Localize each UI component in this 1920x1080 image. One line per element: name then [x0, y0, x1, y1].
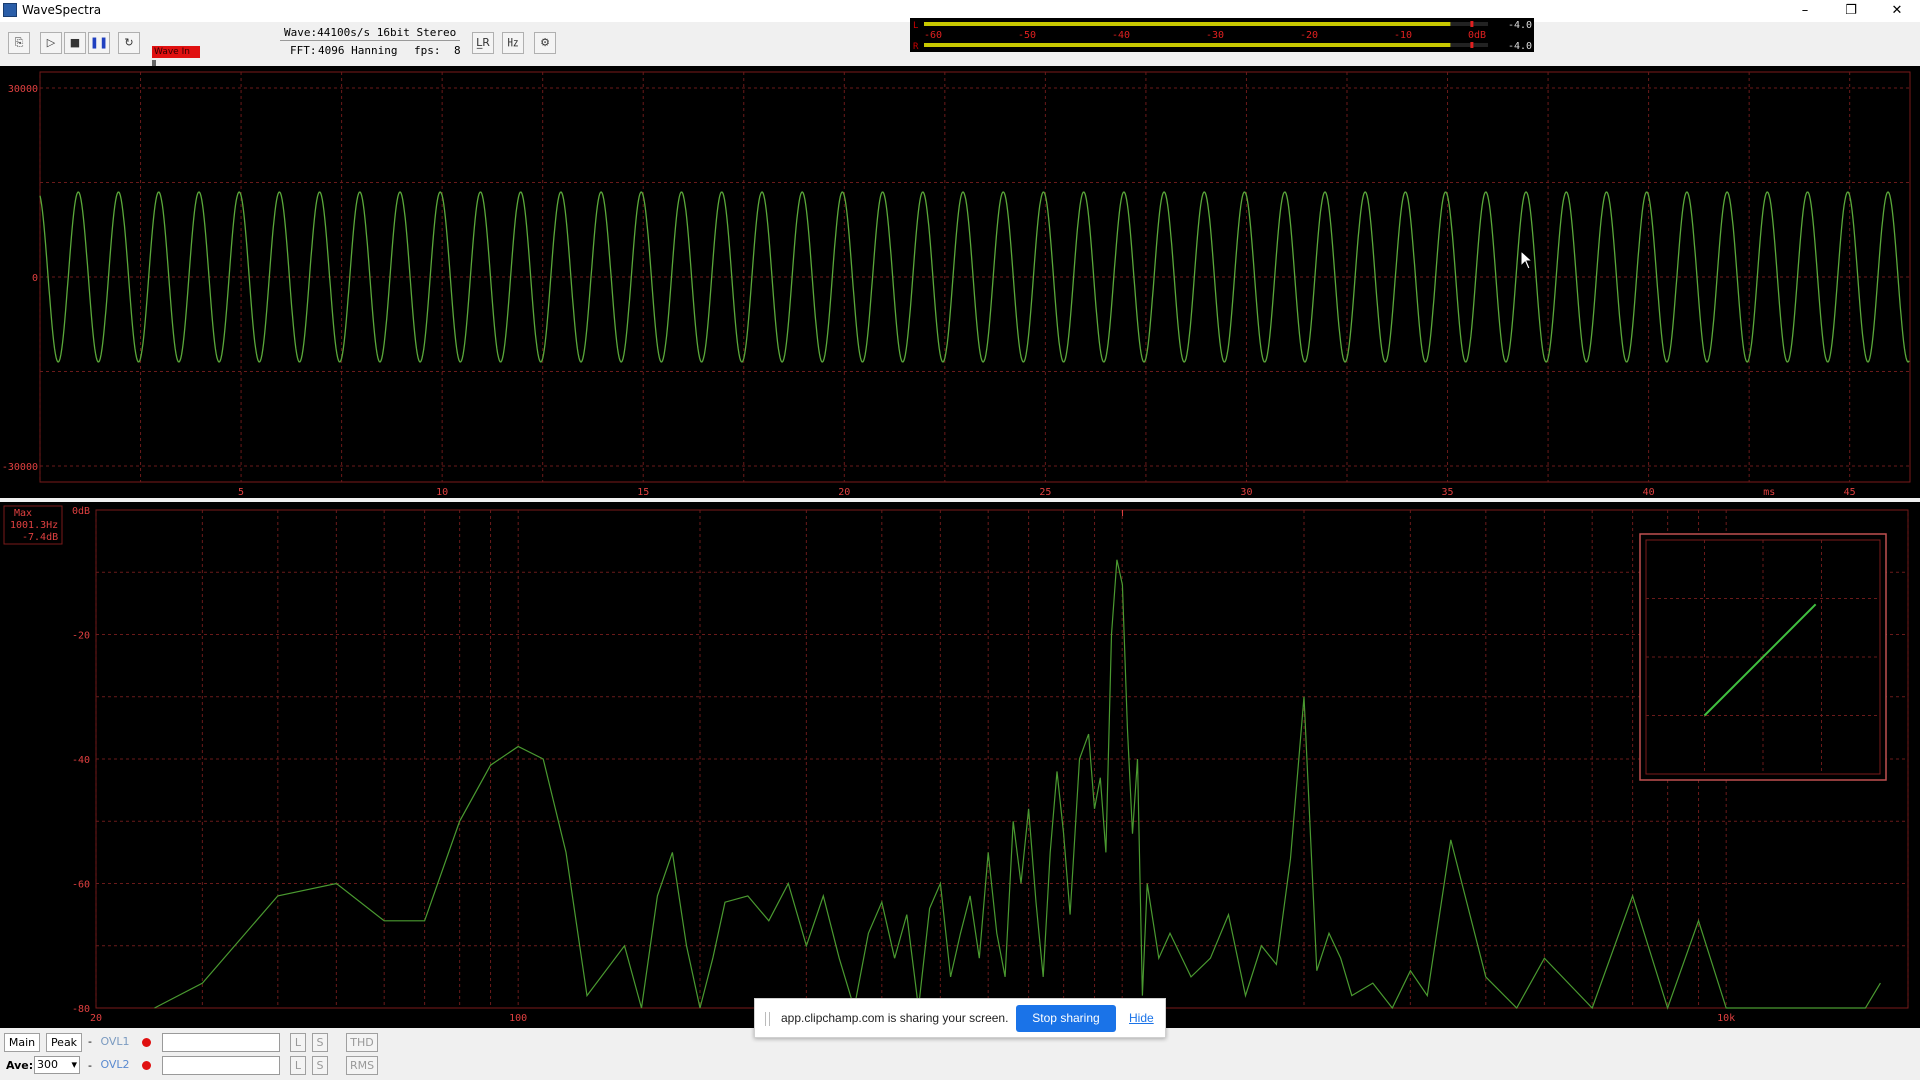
waveform-x-tick: 35 — [1442, 487, 1454, 498]
hide-link[interactable]: Hide — [1129, 1011, 1154, 1025]
meter-channel-l: L — [913, 21, 918, 31]
window-title: WaveSpectra — [22, 3, 102, 17]
stop-icon[interactable]: ■ — [64, 32, 86, 54]
max-frequency: 1001.3Hz — [10, 520, 58, 531]
waveform-x-tick: ms — [1763, 487, 1775, 498]
waveform-x-tick: 10 — [436, 487, 448, 498]
ovl1-load-button[interactable]: L — [290, 1033, 306, 1052]
ave-value: 300 — [37, 1058, 58, 1071]
ovl1-save-button[interactable]: S — [312, 1033, 328, 1052]
spectrum-series-line — [154, 559, 1881, 1010]
fft-label: FFT: — [290, 44, 317, 57]
dash-1: - — [88, 1035, 92, 1048]
peak-button[interactable]: Peak — [46, 1033, 82, 1052]
settings-icon[interactable]: ⚙ — [534, 32, 556, 54]
waveform-y-tick: 30000 — [8, 84, 38, 95]
meter-peak-hold — [1470, 21, 1474, 27]
ovl2-name-field[interactable] — [162, 1056, 280, 1075]
spectrum-x-tick: 20 — [90, 1013, 102, 1024]
hz-scale-icon[interactable]: ㎐ — [502, 32, 524, 54]
meter-scale-label: -40 — [1112, 30, 1130, 41]
spectrum-y-tick: -80 — [72, 1004, 90, 1015]
meter-readout: -4.0 — [1508, 41, 1532, 52]
copy-icon[interactable]: ⎘ — [8, 32, 30, 54]
waveform-x-tick: 45 — [1844, 487, 1856, 498]
spectrum-y-tick: 0dB — [72, 506, 90, 517]
spectrum-chart: 0dB -20 -40 -60 -8020 100 10k Max1001.3Hz-7.4dB — [3, 505, 1909, 1024]
loop-icon[interactable]: ↻ — [118, 32, 140, 54]
ovl2-button[interactable]: OVL2 — [98, 1056, 132, 1075]
waveform-x-tick: 20 — [838, 487, 850, 498]
fps-value[interactable]: 8 — [454, 44, 461, 57]
waveform-x-tick: 25 — [1039, 487, 1051, 498]
minimize-button[interactable]: – — [1782, 0, 1828, 22]
wave-in-badge: Wave In — [152, 46, 200, 58]
level-meter-graphic: L R -4.0 -4.0 -60 -50 -40 -30 -20 -10 0dB — [913, 20, 1532, 52]
ovl2-save-button[interactable]: S — [312, 1056, 328, 1075]
ave-label: Ave: — [6, 1059, 34, 1072]
chevron-down-icon: ▾ — [71, 1058, 77, 1071]
spectrum-x-tick: 10k — [1717, 1013, 1735, 1024]
waveform-y-tick: 0 — [32, 273, 38, 284]
waveform-panel: 30000 0 -30000 5 10 15 20 25 30 35 40 ms 45 — [0, 66, 1920, 498]
waveform-series-line — [39, 191, 1910, 363]
ovl2-record-icon[interactable] — [142, 1061, 151, 1070]
ovl1-name-field[interactable] — [162, 1033, 280, 1052]
rms-button[interactable]: RMS — [346, 1056, 378, 1075]
meter-scale-label: -30 — [1206, 30, 1224, 41]
level-meter: L R -4.0 -4.0 -60 -50 -40 -30 -20 -10 0dB — [910, 18, 1534, 52]
meter-scale-label: -50 — [1018, 30, 1036, 41]
dash-2: - — [88, 1059, 92, 1072]
spectrum-y-tick: -60 — [72, 880, 90, 891]
lr-channel-icon[interactable]: L̲R — [472, 32, 494, 54]
app-icon — [3, 3, 17, 17]
waveform-frame — [39, 71, 1911, 483]
meter-channel-r: R — [913, 42, 919, 52]
max-level: -7.4dB — [22, 532, 58, 543]
stop-sharing-button[interactable]: Stop sharing — [1016, 1005, 1116, 1032]
spectrum-panel: 0dB -20 -40 -60 -80 20 100 10k Max 1001.3Hz -7.4dB — [0, 502, 1920, 1028]
meter-readout: -4.0 — [1508, 20, 1532, 31]
max-label: Max — [14, 508, 32, 519]
meter-scale-label: -20 — [1300, 30, 1318, 41]
spectrum-x-tick: 100 — [509, 1013, 527, 1024]
meter-scale-label: -60 — [924, 30, 942, 41]
divider — [280, 40, 460, 41]
drag-handle-icon[interactable] — [765, 1012, 770, 1026]
spectrum-y-tick: -40 — [72, 755, 90, 766]
ovl2-load-button[interactable]: L — [290, 1056, 306, 1075]
ovl1-button[interactable]: OVL1 — [98, 1033, 132, 1052]
play-icon[interactable]: ▷ — [40, 32, 62, 54]
fft-select[interactable]: 4096 Hanning — [318, 44, 397, 57]
thd-button[interactable]: THD — [346, 1033, 378, 1052]
share-message: app.clipchamp.com is sharing your screen… — [781, 1011, 1009, 1025]
waveform-x-tick: 30 — [1240, 487, 1252, 498]
waveform-x-tick: 15 — [637, 487, 649, 498]
meter-level-bar — [924, 22, 1451, 26]
waveform-chart: 30000 0 -30000 5 10 15 20 25 30 35 40 ms 45 — [2, 71, 1911, 498]
main-button[interactable]: Main — [4, 1033, 40, 1052]
wave-info: Wave:44100s/s 16bit Stereo — [284, 26, 457, 39]
waveform-y-tick: -30000 — [2, 462, 38, 473]
fps-label: fps: — [414, 44, 441, 57]
pause-icon[interactable]: ❚❚ — [88, 32, 110, 54]
ave-select[interactable]: 300 ▾ — [34, 1056, 80, 1074]
ovl1-record-icon[interactable] — [142, 1038, 151, 1047]
meter-scale-label: 0dB — [1468, 30, 1486, 41]
meter-scale-label: -10 — [1394, 30, 1412, 41]
meter-peak-hold — [1470, 42, 1474, 48]
screen-share-banner: app.clipchamp.com is sharing your screen… — [754, 998, 1166, 1038]
spectrum-y-tick: -20 — [72, 631, 90, 642]
mouse-cursor-icon — [1520, 250, 1534, 270]
waveform-x-tick: 5 — [238, 487, 244, 498]
restore-button[interactable]: ❐ — [1828, 0, 1874, 22]
meter-level-bar — [924, 43, 1451, 47]
waveform-x-tick: 40 — [1643, 487, 1655, 498]
close-button[interactable]: ✕ — [1874, 0, 1920, 22]
